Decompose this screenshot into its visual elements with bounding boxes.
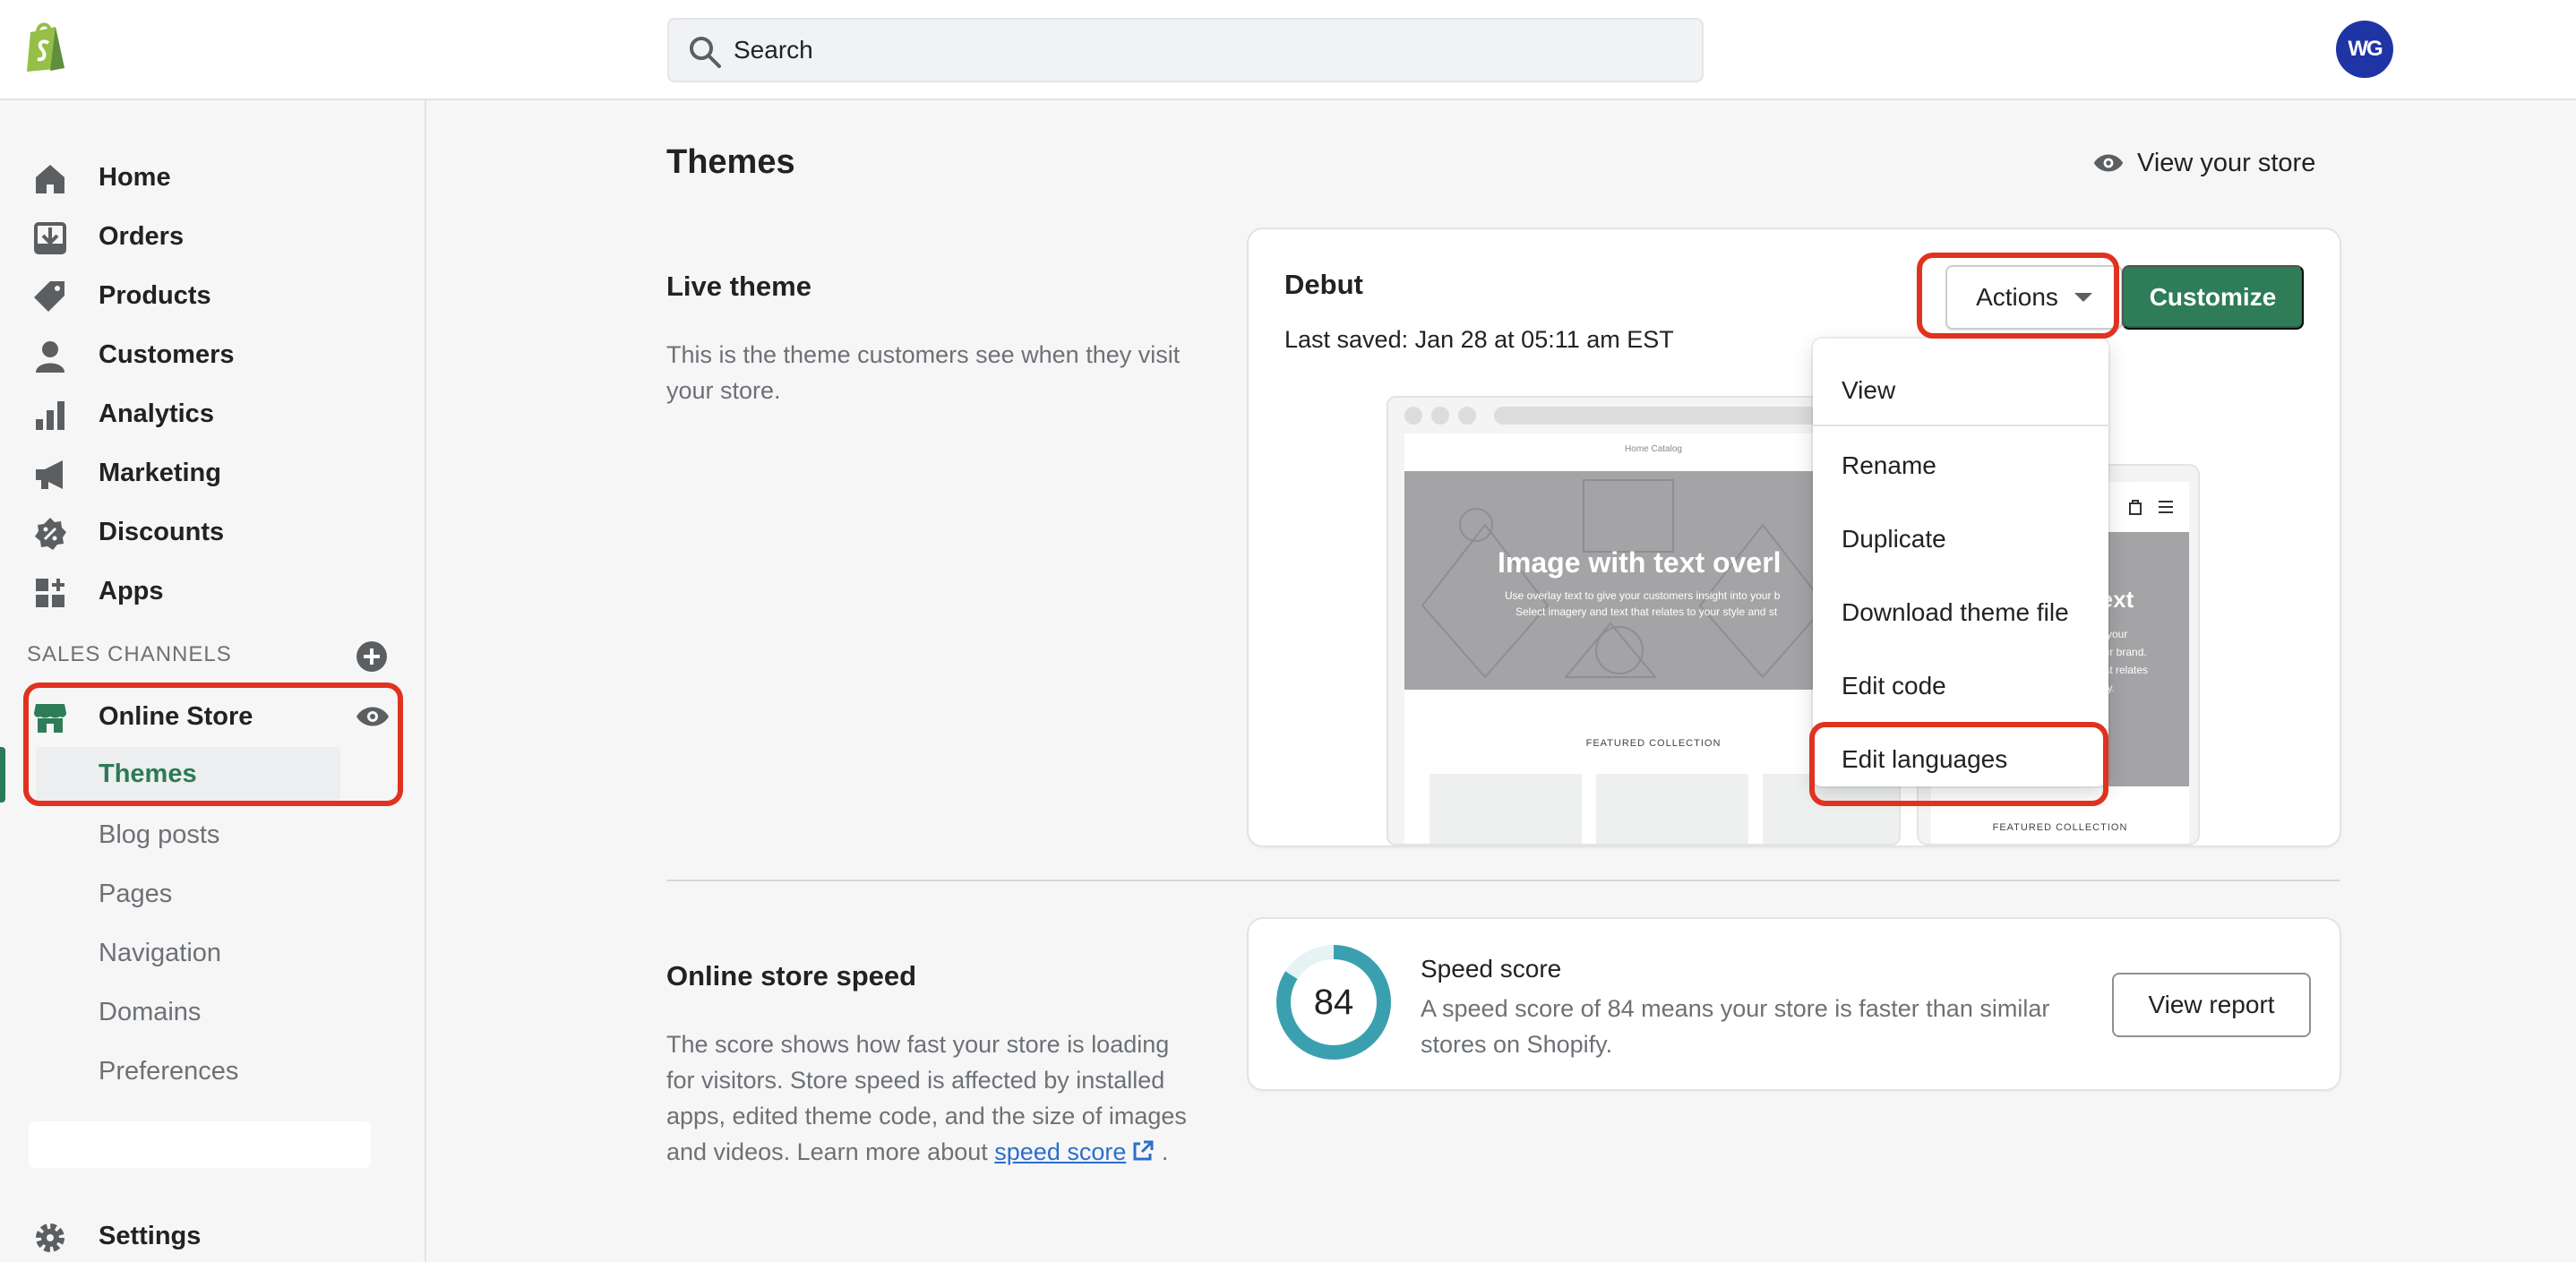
sidebar-item-apps[interactable]: Apps <box>0 564 426 618</box>
sidebar-subitem-navigation[interactable]: Navigation <box>99 939 221 968</box>
eye-icon[interactable] <box>355 702 391 731</box>
add-sales-channel-icon[interactable] <box>355 640 389 674</box>
sidebar-subitem-themes[interactable]: Themes <box>36 747 340 803</box>
sidebar-item-analytics[interactable]: Analytics <box>0 387 426 441</box>
store-icon <box>34 704 66 733</box>
sidebar-item-label: Online Store <box>99 702 253 731</box>
home-icon <box>36 165 64 193</box>
discount-icon <box>35 518 66 550</box>
search-icon <box>690 37 721 68</box>
theme-last-saved: Last saved: Jan 28 at 05:11 am EST <box>1284 326 1674 353</box>
person-icon <box>36 341 64 373</box>
sidebar-item-label: Customers <box>99 340 235 369</box>
preview-hero-subtitle: Use overlay text to give your customers … <box>1505 588 1780 620</box>
search-box[interactable] <box>667 18 1704 82</box>
live-theme-title: Live theme <box>666 270 811 302</box>
sidebar-item-orders[interactable]: Orders <box>0 210 426 263</box>
window-dot <box>1458 407 1476 425</box>
preview-hero-line: Select imagery and text that relates to … <box>1516 605 1778 618</box>
sidebar-item-customers[interactable]: Customers <box>0 328 426 382</box>
menu-icon <box>2159 501 2173 513</box>
theme-name: Debut <box>1284 269 1363 300</box>
caret-down-icon <box>2074 293 2092 302</box>
orders-icon <box>34 222 66 254</box>
avatar[interactable]: WG <box>2336 21 2393 78</box>
view-report-button[interactable]: View report <box>2112 973 2311 1037</box>
top-bar: WG <box>0 0 2576 100</box>
search-input[interactable] <box>734 20 1683 81</box>
sidebar-item-discounts[interactable]: Discounts <box>0 505 426 559</box>
sidebar-subitem-preferences[interactable]: Preferences <box>99 1057 238 1086</box>
megaphone-icon <box>36 460 63 489</box>
preview-hero-title: Image with text overl <box>1498 546 1782 579</box>
menu-item-download-theme-file[interactable]: Download theme file <box>1842 598 2069 627</box>
sidebar-item-label: Apps <box>99 577 164 605</box>
menu-item-view[interactable]: View <box>1842 376 1895 405</box>
actions-label: Actions <box>1976 283 2058 311</box>
speed-score-link-label: speed score <box>994 1138 1127 1165</box>
gear-icon <box>36 1223 64 1252</box>
bar-chart-icon <box>36 401 64 430</box>
sidebar-item-label: Settings <box>99 1222 202 1250</box>
sidebar-subitem-domains[interactable]: Domains <box>99 998 201 1027</box>
sidebar-item-marketing[interactable]: Marketing <box>0 446 426 500</box>
eye-icon <box>2093 154 2124 172</box>
sales-channels-heading: SALES CHANNELS <box>27 642 232 666</box>
page-title: Themes <box>666 143 795 181</box>
preview-product-tile <box>1596 774 1748 844</box>
sidebar-blank-field <box>29 1121 371 1168</box>
tag-icon <box>34 281 64 312</box>
view-store-label: View your store <box>2137 148 2316 177</box>
menu-separator <box>1813 425 2108 426</box>
speed-section-description: The score shows how fast your store is l… <box>666 1026 1204 1170</box>
speed-trailing: . <box>1161 1138 1169 1165</box>
cart-icon <box>2129 500 2142 515</box>
live-theme-description: This is the theme customers see when the… <box>666 341 1181 404</box>
sidebar-item-label: Products <box>99 281 211 310</box>
sidebar: Home Orders Products Customers Analytics… <box>0 100 426 1262</box>
section-divider <box>666 880 2340 881</box>
sidebar-item-label: Orders <box>99 222 185 251</box>
window-dot <box>1404 407 1422 425</box>
preview-hero-line: Use overlay text to give your customers … <box>1505 589 1781 602</box>
sidebar-subitem-pages[interactable]: Pages <box>99 880 172 909</box>
speed-score-value: 84 <box>1313 982 1354 1022</box>
sidebar-subitem-label: Themes <box>99 760 197 788</box>
sidebar-item-online-store[interactable]: Online Store <box>0 690 426 743</box>
sidebar-item-products[interactable]: Products <box>0 269 426 322</box>
sidebar-item-settings[interactable]: Settings <box>0 1209 426 1262</box>
customize-button[interactable]: Customize <box>2122 265 2304 330</box>
preview-mobile-featured: FEATURED COLLECTION <box>1992 822 2128 833</box>
speed-section-title: Online store speed <box>666 960 917 992</box>
sidebar-item-label: Analytics <box>99 399 214 428</box>
speed-card-description: A speed score of 84 means your store is … <box>1421 995 2050 1058</box>
speed-score-link[interactable]: speed score <box>994 1138 1126 1165</box>
apps-icon <box>36 579 64 607</box>
menu-item-rename[interactable]: Rename <box>1842 451 1936 480</box>
actions-button[interactable]: Actions <box>1945 265 2123 330</box>
menu-item-duplicate[interactable]: Duplicate <box>1842 525 1946 554</box>
sidebar-item-label: Discounts <box>99 518 225 546</box>
preview-product-tile <box>1430 774 1582 844</box>
actions-dropdown-menu: View Rename Duplicate Download theme fil… <box>1813 339 2108 786</box>
menu-item-edit-languages[interactable]: Edit languages <box>1842 745 2007 774</box>
shopify-logo-icon[interactable] <box>23 20 70 73</box>
active-indicator <box>0 747 5 803</box>
menu-item-edit-code[interactable]: Edit code <box>1842 672 1946 700</box>
sidebar-item-label: Marketing <box>99 459 221 487</box>
window-dot <box>1431 407 1449 425</box>
sidebar-item-home[interactable]: Home <box>0 150 426 204</box>
external-link-icon[interactable] <box>1131 1139 1155 1163</box>
sidebar-subitem-blog-posts[interactable]: Blog posts <box>99 820 219 850</box>
speed-card-title: Speed score <box>1421 955 1562 983</box>
view-store-link[interactable]: View your store <box>2092 143 2315 183</box>
sidebar-item-label: Home <box>99 163 171 192</box>
